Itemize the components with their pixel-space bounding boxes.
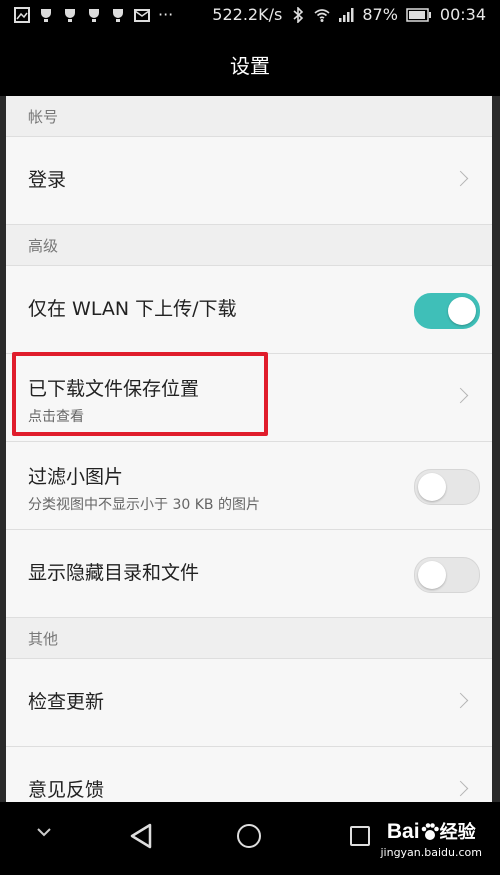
recent-apps-icon[interactable] bbox=[350, 826, 370, 846]
toggle-knob bbox=[418, 473, 446, 501]
feedback-label: 意见反馈 bbox=[28, 779, 105, 801]
trophy-icon bbox=[113, 8, 123, 22]
device-frame-right bbox=[492, 0, 500, 875]
chevron-right-icon bbox=[452, 170, 469, 187]
more-notifications: ··· bbox=[158, 5, 174, 24]
trophy-icon bbox=[89, 8, 99, 22]
check-update-label: 检查更新 bbox=[28, 691, 105, 713]
filter-small-images-label: 过滤小图片 bbox=[28, 466, 124, 488]
filter-small-images-item[interactable]: 过滤小图片 分类视图中不显示小于 30 KB 的图片 bbox=[6, 442, 492, 530]
login-item[interactable]: 登录 bbox=[6, 137, 492, 225]
home-icon[interactable] bbox=[237, 824, 261, 848]
chevron-right-icon bbox=[452, 780, 469, 797]
login-label: 登录 bbox=[28, 169, 67, 191]
trophy-icon bbox=[41, 8, 51, 22]
show-hidden-label: 显示隐藏目录和文件 bbox=[28, 562, 200, 584]
chevron-right-icon bbox=[452, 692, 469, 709]
gallery-icon bbox=[14, 6, 30, 23]
status-bar-system: 522.2K/s 87% 00:34 bbox=[212, 5, 486, 24]
annotation-highlight-box bbox=[12, 352, 268, 436]
battery-icon bbox=[406, 7, 431, 22]
show-hidden-toggle[interactable] bbox=[414, 557, 480, 593]
watermark-domain: jingyan.baidu.com bbox=[380, 846, 482, 859]
page-title: 设置 bbox=[230, 53, 270, 78]
check-update-item[interactable]: 检查更新 bbox=[6, 659, 492, 747]
network-speed: 522.2K/s bbox=[212, 5, 283, 24]
toggle-knob bbox=[418, 561, 446, 589]
paw-icon bbox=[421, 823, 439, 841]
mail-icon bbox=[134, 8, 150, 22]
battery-percent: 87% bbox=[362, 5, 398, 24]
clock: 00:34 bbox=[439, 5, 486, 24]
section-header-account: 帐号 bbox=[6, 96, 492, 137]
wlan-only-label: 仅在 WLAN 下上传/下载 bbox=[28, 298, 237, 320]
wlan-only-toggle[interactable] bbox=[414, 293, 480, 329]
chevron-right-icon bbox=[452, 387, 469, 404]
section-header-other: 其他 bbox=[6, 618, 492, 659]
watermark-brand: Bai 经验 bbox=[386, 820, 476, 843]
chevron-down-icon[interactable] bbox=[36, 826, 52, 838]
show-hidden-item[interactable]: 显示隐藏目录和文件 bbox=[6, 530, 492, 618]
filter-small-images-subtitle: 分类视图中不显示小于 30 KB 的图片 bbox=[28, 497, 260, 513]
bluetooth-icon bbox=[293, 6, 304, 23]
title-bar: 设置 bbox=[0, 32, 500, 96]
trophy-icon bbox=[65, 8, 75, 22]
filter-small-images-toggle[interactable] bbox=[414, 469, 480, 505]
status-bar: ··· 522.2K/s 87% 00:34 bbox=[0, 0, 500, 32]
wifi-icon bbox=[314, 8, 330, 22]
baidu-watermark: Bai 经验 jingyan.baidu.com bbox=[380, 818, 482, 859]
back-icon[interactable] bbox=[128, 822, 154, 850]
status-bar-notifications: ··· bbox=[14, 5, 173, 24]
settings-list[interactable]: 帐号 登录 高级 仅在 WLAN 下上传/下载 已下载文件保存位置 点击查看 过… bbox=[6, 96, 492, 802]
feedback-item[interactable]: 意见反馈 bbox=[6, 747, 492, 802]
wlan-only-item[interactable]: 仅在 WLAN 下上传/下载 bbox=[6, 266, 492, 354]
toggle-knob bbox=[448, 297, 476, 325]
section-header-advanced: 高级 bbox=[6, 225, 492, 266]
signal-icon bbox=[339, 7, 354, 22]
